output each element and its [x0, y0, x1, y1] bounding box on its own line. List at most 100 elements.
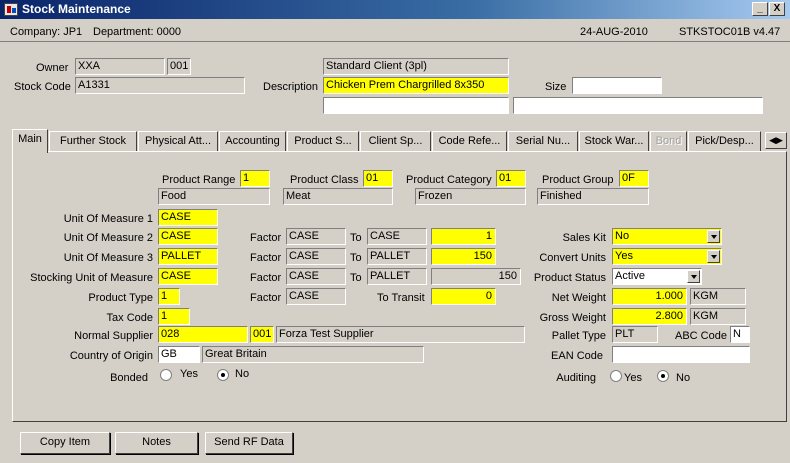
product-class-field[interactable]: 01: [363, 170, 393, 187]
product-class-label: Product Class: [290, 174, 359, 186]
tab-stock-warehouse[interactable]: Stock War...: [579, 131, 649, 152]
factor-label-3: Factor: [250, 252, 282, 264]
factor3-value[interactable]: 150: [431, 248, 496, 265]
bonded-yes-radio[interactable]: [160, 369, 172, 381]
factor-label-p: Factor: [250, 292, 282, 304]
factor2-from: CASE: [286, 228, 346, 245]
factor-label-s: Factor: [250, 272, 282, 284]
title-bar: Stock Maintenance _ X: [0, 0, 790, 19]
uom2-field[interactable]: CASE: [158, 228, 218, 245]
description-line3-field[interactable]: [513, 97, 763, 114]
stock-code-field[interactable]: A1331: [75, 77, 245, 94]
convert-units-select[interactable]: Yes: [612, 248, 722, 265]
country-name-field: Great Britain: [202, 346, 424, 363]
description-line2-field[interactable]: [323, 97, 509, 114]
ean-code-label: EAN Code: [551, 350, 603, 362]
gross-weight-field[interactable]: 2.800: [612, 308, 687, 325]
close-button[interactable]: X: [769, 2, 785, 16]
net-weight-label: Net Weight: [551, 292, 606, 304]
product-type-label: Product Type: [88, 292, 153, 304]
country-label: Country of Origin: [69, 350, 153, 362]
product-status-value: Active: [615, 270, 645, 282]
supplier-branch-field[interactable]: 001: [250, 326, 274, 343]
date-text: 24-AUG-2010: [580, 26, 648, 38]
gross-weight-unit: KGM: [690, 308, 746, 325]
tab-product-s[interactable]: Product S...: [287, 131, 359, 152]
sales-kit-select[interactable]: No: [612, 228, 722, 245]
product-class-desc: Meat: [283, 188, 393, 205]
app-icon: [4, 3, 18, 16]
factor-label-2: Factor: [250, 232, 282, 244]
owner-label: Owner: [36, 62, 69, 74]
tab-pick-despatch[interactable]: Pick/Desp...: [688, 131, 761, 152]
tab-strip: Main Further Stock Physical Att... Accou…: [12, 129, 787, 153]
minimize-button[interactable]: _: [752, 2, 768, 16]
send-rf-data-button[interactable]: Send RF Data: [205, 432, 293, 454]
normal-supplier-field[interactable]: 028: [158, 326, 248, 343]
country-code-field[interactable]: GB: [158, 346, 200, 363]
copy-item-button[interactable]: Copy Item: [20, 432, 110, 454]
owner-code-field[interactable]: 001: [167, 58, 191, 75]
company-text: Company: JP1: [10, 26, 83, 38]
uom1-field[interactable]: CASE: [158, 209, 218, 226]
factor3-to: PALLET: [367, 248, 427, 265]
bonded-no-radio[interactable]: [217, 369, 229, 381]
product-status-select[interactable]: Active: [612, 268, 702, 285]
tab-accounting[interactable]: Accounting: [219, 131, 286, 152]
tab-scroll-arrows[interactable]: ◀▶: [765, 132, 787, 149]
chevron-down-icon[interactable]: [687, 270, 700, 283]
bonded-label: Bonded: [110, 372, 148, 384]
tab-code-references[interactable]: Code Refe...: [432, 131, 507, 152]
factor-stock-from: CASE: [286, 268, 346, 285]
tab-main[interactable]: Main: [12, 129, 48, 153]
product-type-field[interactable]: 1: [158, 288, 180, 305]
stocking-uom-field[interactable]: CASE: [158, 268, 218, 285]
uom2-label: Unit Of Measure 2: [63, 232, 153, 244]
net-weight-field[interactable]: 1.000: [612, 288, 687, 305]
to-transit-label: To Transit: [377, 292, 425, 304]
tax-code-label: Tax Code: [106, 312, 153, 324]
factor2-to: CASE: [367, 228, 427, 245]
factor2-value[interactable]: 1: [431, 228, 496, 245]
gross-weight-label: Gross Weight: [539, 312, 606, 324]
bonded-yes-label: Yes: [180, 368, 198, 380]
to-label-s: To: [350, 272, 362, 284]
to-transit-field[interactable]: 0: [431, 288, 496, 305]
product-range-field[interactable]: 1: [240, 170, 270, 187]
ean-code-field[interactable]: [612, 346, 750, 363]
stock-code-label: Stock Code: [14, 81, 71, 93]
abc-code-field[interactable]: N: [730, 326, 750, 343]
chevron-down-icon[interactable]: [707, 250, 720, 263]
convert-units-label: Convert Units: [539, 252, 606, 264]
uom3-field[interactable]: PALLET: [158, 248, 218, 265]
tab-physical-attributes[interactable]: Physical Att...: [138, 131, 218, 152]
pallet-type-field: PLT: [612, 326, 658, 343]
client-name-field: Standard Client (3pl): [323, 58, 509, 75]
size-field[interactable]: [572, 77, 662, 94]
supplier-name-field: Forza Test Supplier: [276, 326, 525, 343]
normal-supplier-label: Normal Supplier: [74, 330, 153, 342]
owner-field[interactable]: XXA: [75, 58, 165, 75]
chevron-down-icon[interactable]: [707, 230, 720, 243]
factor-stock-to: PALLET: [367, 268, 427, 285]
uom1-label: Unit Of Measure 1: [63, 213, 153, 225]
description-field[interactable]: Chicken Prem Chargrilled 8x350: [323, 77, 509, 94]
product-category-field[interactable]: 01: [496, 170, 526, 187]
tab-client-sp[interactable]: Client Sp...: [360, 131, 431, 152]
info-bar: Company: JP1 Department: 0000 24-AUG-201…: [0, 22, 790, 42]
size-label: Size: [545, 81, 567, 93]
auditing-no-radio[interactable]: [657, 370, 669, 382]
product-category-desc: Frozen: [415, 188, 526, 205]
tax-code-field[interactable]: 1: [158, 308, 190, 325]
description-label: Description: [263, 81, 319, 93]
product-group-label: Product Group: [542, 174, 614, 186]
tab-bond: Bond: [650, 131, 687, 152]
abc-code-label: ABC Code: [675, 330, 727, 342]
sales-kit-label: Sales Kit: [562, 232, 606, 244]
tab-serial-numbers[interactable]: Serial Nu...: [508, 131, 578, 152]
product-group-field[interactable]: 0F: [619, 170, 649, 187]
tab-further-stock[interactable]: Further Stock: [49, 131, 137, 152]
auditing-no-label: No: [676, 372, 691, 384]
notes-button[interactable]: Notes: [115, 432, 198, 454]
auditing-yes-radio[interactable]: [610, 370, 622, 382]
